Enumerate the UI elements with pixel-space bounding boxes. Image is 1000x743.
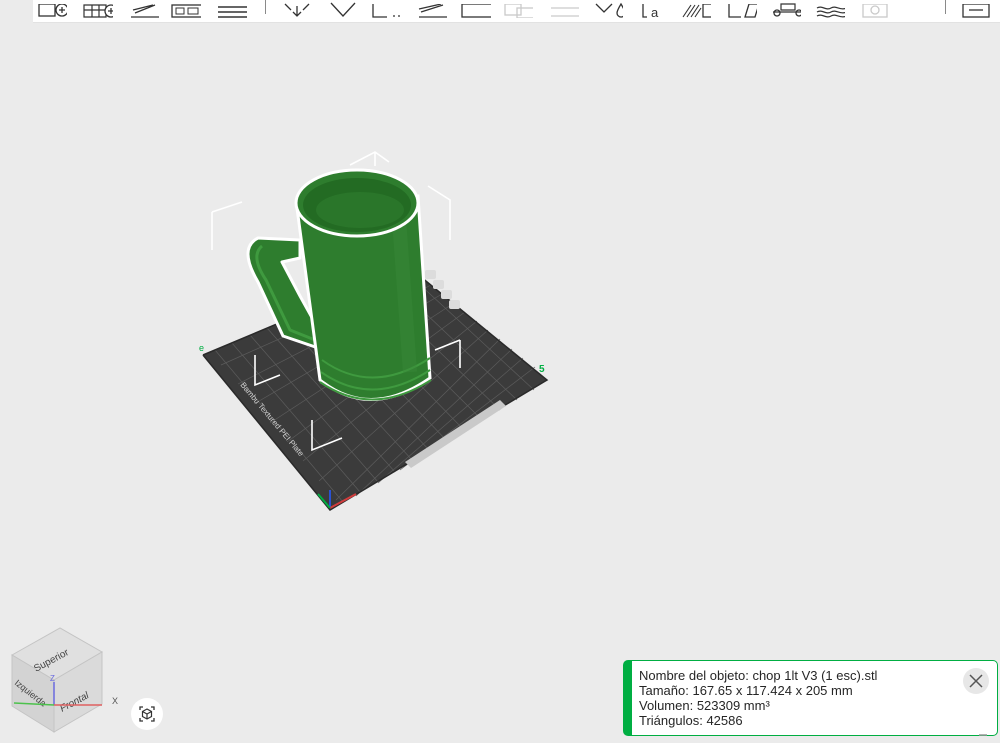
rotate-icon[interactable]: [327, 0, 357, 18]
arrange-icon[interactable]: [171, 0, 201, 18]
object-volume-text: Volumen: 523309 mm³: [639, 698, 770, 713]
cut-icon[interactable]: [461, 0, 491, 18]
boolean-icon: [503, 0, 533, 18]
minus-icon: [979, 734, 987, 736]
3d-viewport[interactable]: Bambu Textured PEI Plate 5 e Superior Iz…: [0, 22, 1000, 740]
plate-number: 5: [539, 364, 545, 375]
toolbar-divider: [265, 0, 266, 14]
objects-list-icon[interactable]: [961, 0, 991, 18]
support-paint-icon[interactable]: [593, 0, 623, 18]
toolbar-divider: [945, 0, 946, 14]
scale-icon[interactable]: [371, 0, 401, 18]
seam-paint-icon[interactable]: a: [639, 0, 669, 18]
axis-z-label: Z: [50, 674, 55, 683]
object-name-text: Nombre del objeto: chop 1lt V3 (1 esc).s…: [639, 668, 878, 683]
main-toolbar: a: [33, 0, 1000, 23]
variable-layer-icon[interactable]: [815, 0, 845, 18]
object-info-panel: Nombre del objeto: chop 1lt V3 (1 esc).s…: [623, 660, 998, 736]
plate-arrange-icon[interactable]: [433, 280, 444, 289]
object-triangles-text: Triángulos: 42586: [639, 713, 743, 728]
svg-text:a: a: [651, 5, 659, 18]
plate-settings-icon[interactable]: [449, 300, 460, 309]
zoom-fit-button[interactable]: [131, 698, 163, 730]
lay-on-face-icon[interactable]: [417, 0, 447, 18]
close-icon: [969, 674, 983, 688]
add-plate-icon[interactable]: [83, 0, 113, 18]
layers-icon[interactable]: [217, 0, 247, 18]
text-icon[interactable]: [727, 0, 757, 18]
fuzzy-skin-icon[interactable]: [681, 0, 711, 18]
add-object-icon[interactable]: [37, 0, 67, 18]
cube-view-icon: [139, 706, 155, 722]
settings-icon: [859, 0, 889, 18]
move-icon[interactable]: [281, 0, 311, 18]
plate-lock-icon[interactable]: [425, 270, 436, 279]
collapse-info-button[interactable]: [978, 725, 988, 736]
plate-corner-marker: e: [199, 343, 204, 353]
plate-orient-icon[interactable]: [441, 290, 452, 299]
close-info-button[interactable]: [963, 668, 989, 694]
auto-orient-icon[interactable]: [129, 0, 159, 18]
axis-x-label: X: [112, 696, 118, 706]
measure-icon[interactable]: [771, 0, 801, 18]
view-cube[interactable]: Superior Izquierda Frontal Z X: [11, 627, 118, 733]
object-size-text: Tamaño: 167.65 x 117.424 x 205 mm: [639, 683, 853, 698]
split-icon: [549, 0, 579, 18]
